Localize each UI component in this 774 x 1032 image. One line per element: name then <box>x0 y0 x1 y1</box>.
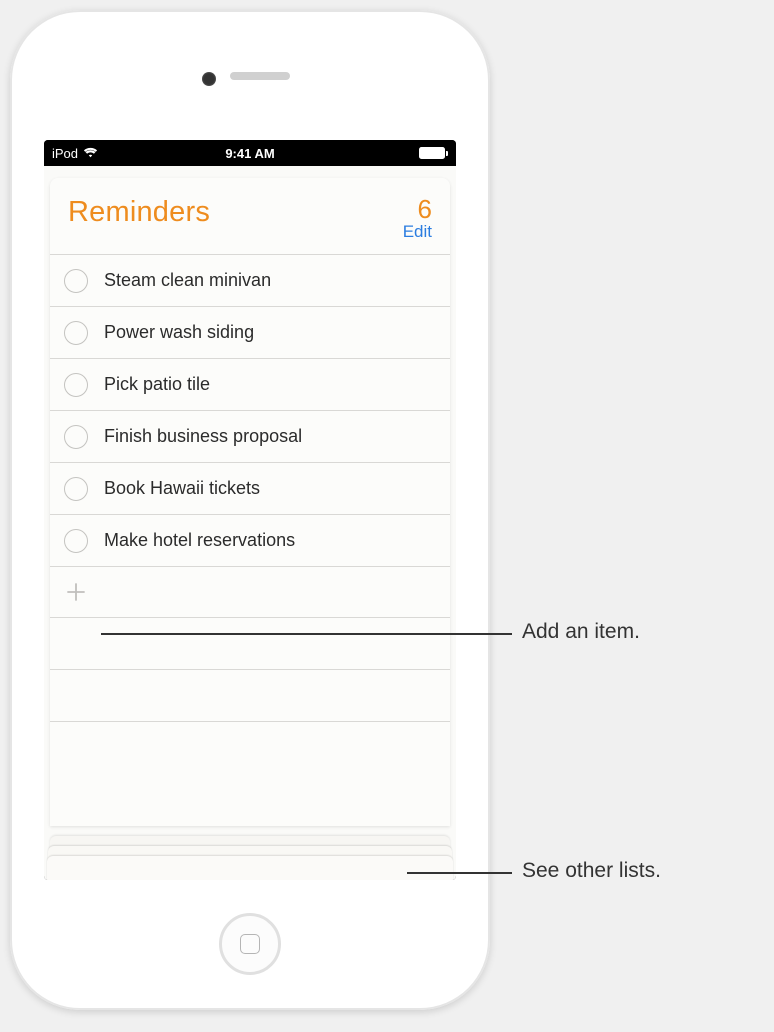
reminder-item[interactable]: Make hotel reservations <box>50 514 450 566</box>
callout-add-item: Add an item. <box>522 620 640 644</box>
reminder-text: Book Hawaii tickets <box>104 478 260 499</box>
reminder-text: Pick patio tile <box>104 374 210 395</box>
device-top-bezel <box>10 10 490 140</box>
speaker-grille <box>230 72 290 80</box>
battery-icon <box>419 147 448 159</box>
reminder-item[interactable]: Finish business proposal <box>50 410 450 462</box>
reminder-text: Finish business proposal <box>104 426 302 447</box>
callout-line <box>407 872 512 874</box>
empty-row <box>50 618 450 670</box>
camera-icon <box>202 72 216 86</box>
status-bar-time: 9:41 AM <box>225 146 274 161</box>
callout-line <box>101 633 512 635</box>
edit-button[interactable]: Edit <box>403 222 432 242</box>
reminder-item[interactable]: Book Hawaii tickets <box>50 462 450 514</box>
other-lists-stack[interactable] <box>47 826 453 880</box>
plus-icon <box>64 580 88 604</box>
checkbox-icon[interactable] <box>64 529 88 553</box>
reminder-count: 6 <box>403 196 432 222</box>
stack-layer <box>47 856 453 880</box>
reminders-card: Reminders 6 Edit Steam clean minivan Pow… <box>50 178 450 826</box>
ipod-device-frame: iPod 9:41 AM Reminders 6 Edit <box>10 10 490 1010</box>
reminders-app: Reminders 6 Edit Steam clean minivan Pow… <box>44 166 456 880</box>
reminder-item[interactable]: Steam clean minivan <box>50 254 450 306</box>
card-header: Reminders 6 Edit <box>50 178 450 254</box>
reminder-text: Steam clean minivan <box>104 270 271 291</box>
add-reminder-row[interactable] <box>50 566 450 618</box>
checkbox-icon[interactable] <box>64 373 88 397</box>
reminder-item[interactable]: Power wash siding <box>50 306 450 358</box>
home-button-icon <box>240 934 260 954</box>
checkbox-icon[interactable] <box>64 477 88 501</box>
status-bar-left: iPod <box>52 146 98 161</box>
status-bar: iPod 9:41 AM <box>44 140 456 166</box>
reminder-list: Steam clean minivan Power wash siding Pi… <box>50 254 450 826</box>
reminder-item[interactable]: Pick patio tile <box>50 358 450 410</box>
checkbox-icon[interactable] <box>64 425 88 449</box>
checkbox-icon[interactable] <box>64 321 88 345</box>
device-screen: iPod 9:41 AM Reminders 6 Edit <box>44 140 456 880</box>
empty-row <box>50 670 450 722</box>
reminder-text: Power wash siding <box>104 322 254 343</box>
home-button[interactable] <box>219 913 281 975</box>
header-right: 6 Edit <box>403 196 432 242</box>
list-title: Reminders <box>68 196 210 229</box>
checkbox-icon[interactable] <box>64 269 88 293</box>
device-label: iPod <box>52 146 78 161</box>
callout-see-lists: See other lists. <box>522 859 661 883</box>
wifi-icon <box>83 146 98 161</box>
reminder-text: Make hotel reservations <box>104 530 295 551</box>
